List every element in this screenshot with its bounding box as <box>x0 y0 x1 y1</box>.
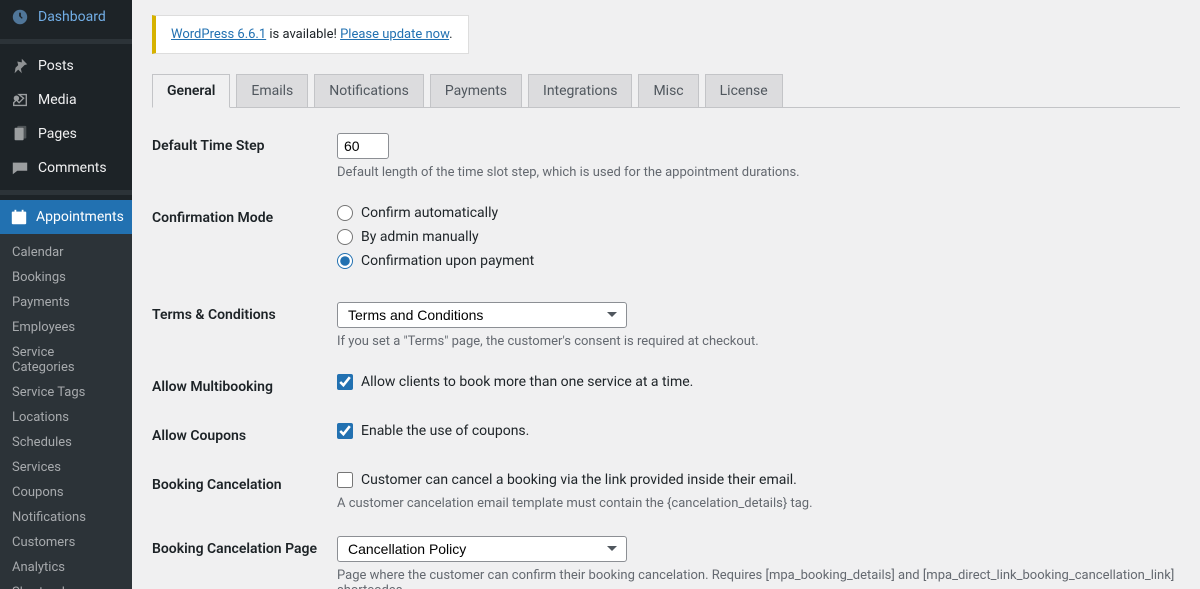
main-content: WordPress 6.6.1 is available! Please upd… <box>132 0 1200 589</box>
cancelation-page-select-wrap: Cancellation Policy <box>337 536 627 562</box>
sidebar-label: Comments <box>38 160 107 176</box>
radio-confirm-manual-input[interactable] <box>337 229 353 245</box>
submenu-services[interactable]: Services <box>0 455 132 480</box>
submenu-shortcodes[interactable]: Shortcodes <box>0 580 132 589</box>
desc-terms: If you set a "Terms" page, the customer'… <box>337 334 1180 349</box>
sidebar-label: Posts <box>38 58 74 74</box>
submenu-calendar[interactable]: Calendar <box>0 240 132 265</box>
submenu-customers[interactable]: Customers <box>0 530 132 555</box>
sidebar-label: Pages <box>38 126 77 142</box>
radio-label: Confirmation upon payment <box>361 253 534 269</box>
sidebar-item-media[interactable]: Media <box>0 83 132 117</box>
check-multibooking-input[interactable] <box>337 374 353 390</box>
pin-icon <box>10 56 30 76</box>
submenu-payments[interactable]: Payments <box>0 290 132 315</box>
submenu-locations[interactable]: Locations <box>0 405 132 430</box>
sidebar-item-posts[interactable]: Posts <box>0 49 132 83</box>
sidebar-item-pages[interactable]: Pages <box>0 117 132 151</box>
cancelation-page-select[interactable]: Cancellation Policy <box>337 536 627 562</box>
label-coupons: Allow Coupons <box>152 423 337 444</box>
tab-integrations[interactable]: Integrations <box>528 74 632 107</box>
sidebar-separator <box>0 39 132 44</box>
sidebar-label: Appointments <box>36 209 124 225</box>
sidebar-item-dashboard[interactable]: Dashboard <box>0 0 132 34</box>
gauge-icon <box>10 7 30 27</box>
row-coupons: Allow Coupons Enable the use of coupons. <box>152 423 1180 447</box>
label-booking-cancelation: Booking Cancelation <box>152 472 337 493</box>
default-time-step-input[interactable] <box>337 133 389 159</box>
row-terms: Terms & Conditions Terms and Conditions … <box>152 302 1180 349</box>
sidebar-separator <box>0 190 132 195</box>
submenu-notifications[interactable]: Notifications <box>0 505 132 530</box>
submenu-bookings[interactable]: Bookings <box>0 265 132 290</box>
update-notice: WordPress 6.6.1 is available! Please upd… <box>152 15 469 54</box>
label-cancelation-page: Booking Cancelation Page <box>152 536 337 557</box>
radio-confirm-payment[interactable]: Confirmation upon payment <box>337 253 1180 269</box>
tab-misc[interactable]: Misc <box>638 74 698 107</box>
wp-version-link[interactable]: WordPress 6.6.1 <box>171 27 266 42</box>
check-label: Enable the use of coupons. <box>361 423 529 439</box>
notice-text: is available! <box>266 27 340 42</box>
sidebar-label: Media <box>38 92 77 108</box>
submenu-service-tags[interactable]: Service Tags <box>0 380 132 405</box>
desc-booking-cancelation: A customer cancelation email template mu… <box>337 496 1180 511</box>
radio-label: By admin manually <box>361 229 479 245</box>
pages-icon <box>10 124 30 144</box>
submenu-service-categories[interactable]: Service Categories <box>0 340 132 380</box>
radio-confirm-payment-input[interactable] <box>337 253 353 269</box>
radio-label: Confirm automatically <box>361 205 498 221</box>
check-label: Allow clients to book more than one serv… <box>361 374 693 390</box>
desc-cancelation-page: Page where the customer can confirm thei… <box>337 568 1180 589</box>
sidebar-label: Dashboard <box>38 9 106 25</box>
notice-suffix: . <box>449 27 452 42</box>
row-default-time-step: Default Time Step Default length of the … <box>152 133 1180 180</box>
label-default-time-step: Default Time Step <box>152 133 337 154</box>
row-confirmation-mode: Confirmation Mode Confirm automatically … <box>152 205 1180 277</box>
tab-notifications[interactable]: Notifications <box>314 74 424 107</box>
check-coupons-input[interactable] <box>337 423 353 439</box>
label-multibooking: Allow Multibooking <box>152 374 337 395</box>
comments-icon <box>10 158 30 178</box>
submenu-schedules[interactable]: Schedules <box>0 430 132 455</box>
update-now-link[interactable]: Please update now <box>340 27 449 42</box>
tab-general[interactable]: General <box>152 74 230 108</box>
sidebar-submenu: Calendar Bookings Payments Employees Ser… <box>0 234 132 589</box>
row-booking-cancelation: Booking Cancelation Customer can cancel … <box>152 472 1180 511</box>
check-label: Customer can cancel a booking via the li… <box>361 472 797 488</box>
check-booking-cancelation[interactable]: Customer can cancel a booking via the li… <box>337 472 1180 488</box>
media-icon <box>10 90 30 110</box>
tab-license[interactable]: License <box>705 74 783 107</box>
radio-confirm-auto-input[interactable] <box>337 205 353 221</box>
tab-emails[interactable]: Emails <box>236 74 308 107</box>
row-cancelation-page: Booking Cancelation Page Cancellation Po… <box>152 536 1180 589</box>
tab-payments[interactable]: Payments <box>430 74 522 107</box>
terms-select-wrap: Terms and Conditions <box>337 302 627 328</box>
submenu-coupons[interactable]: Coupons <box>0 480 132 505</box>
check-coupons[interactable]: Enable the use of coupons. <box>337 423 1180 439</box>
check-booking-cancelation-input[interactable] <box>337 472 353 488</box>
settings-tabs: General Emails Notifications Payments In… <box>152 74 1180 108</box>
desc-default-time-step: Default length of the time slot step, wh… <box>337 165 1180 180</box>
radio-confirm-auto[interactable]: Confirm automatically <box>337 205 1180 221</box>
sidebar-item-appointments[interactable]: Appointments <box>0 200 132 234</box>
label-confirmation-mode: Confirmation Mode <box>152 205 337 226</box>
label-terms: Terms & Conditions <box>152 302 337 323</box>
submenu-employees[interactable]: Employees <box>0 315 132 340</box>
radio-confirm-manual[interactable]: By admin manually <box>337 229 1180 245</box>
row-multibooking: Allow Multibooking Allow clients to book… <box>152 374 1180 398</box>
sidebar-item-comments[interactable]: Comments <box>0 151 132 185</box>
terms-select[interactable]: Terms and Conditions <box>337 302 627 328</box>
admin-sidebar: Dashboard Posts Media Pages Comments App… <box>0 0 132 589</box>
check-multibooking[interactable]: Allow clients to book more than one serv… <box>337 374 1180 390</box>
submenu-analytics[interactable]: Analytics <box>0 555 132 580</box>
calendar-icon <box>10 207 28 227</box>
